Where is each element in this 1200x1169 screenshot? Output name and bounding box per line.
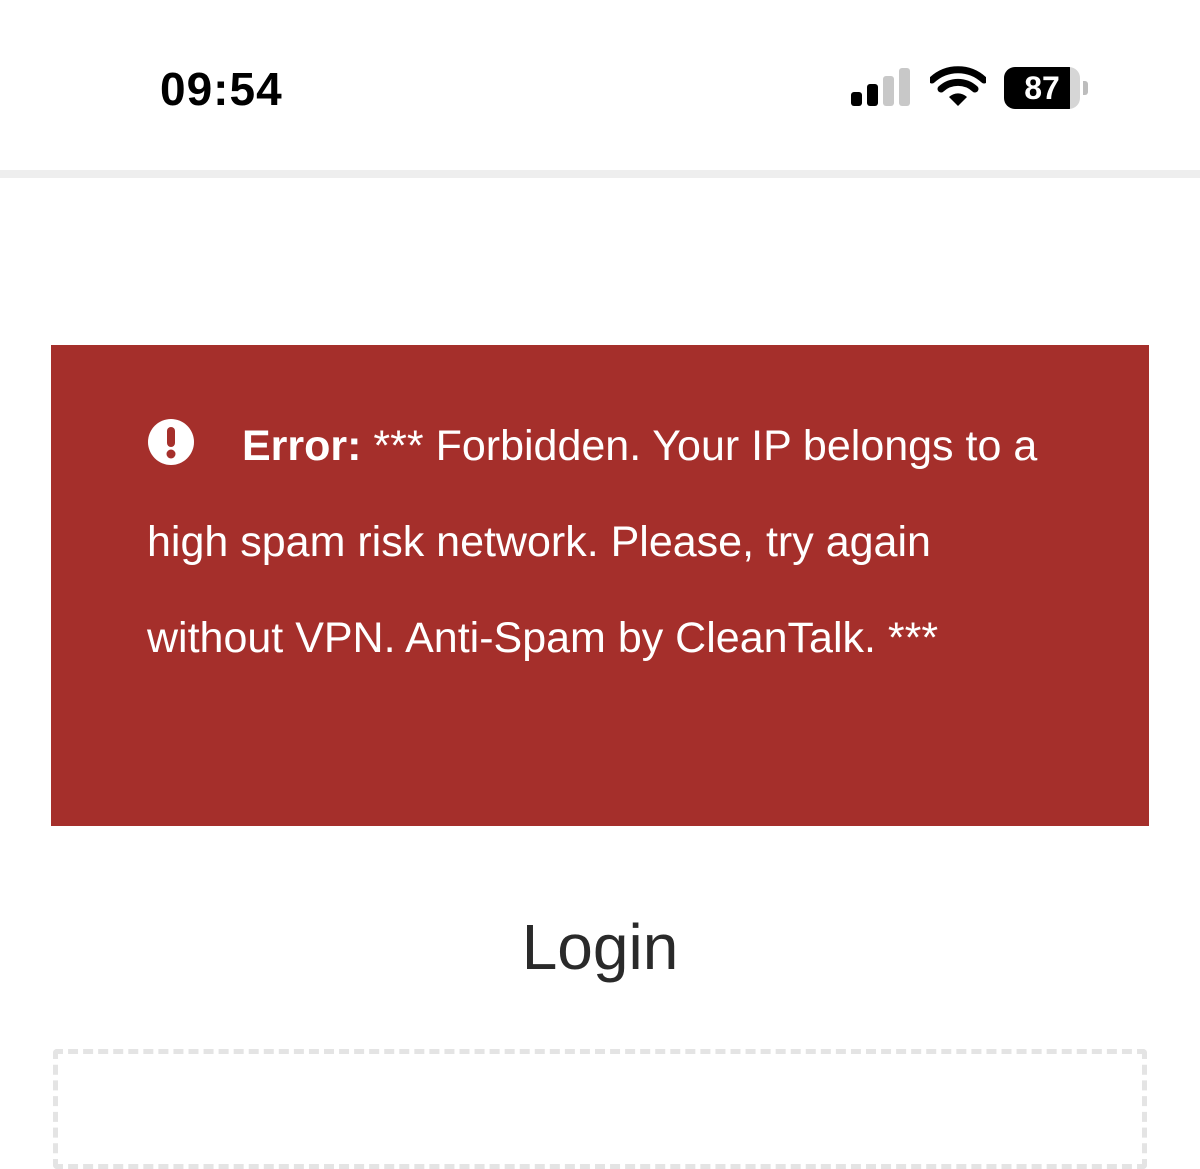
login-title: Login: [521, 911, 679, 983]
status-time: 09:54: [160, 63, 283, 115]
battery-body: 87: [1004, 67, 1080, 109]
signal-bar: [883, 76, 894, 106]
status-bar: 09:54 87: [0, 0, 1200, 170]
cellular-signal-icon: [851, 68, 913, 106]
header-divider: [0, 170, 1200, 178]
wifi-icon: [930, 66, 986, 106]
battery-percent: 87: [1024, 70, 1060, 106]
signal-bar: [867, 84, 878, 106]
battery-icon: 87: [1004, 67, 1088, 109]
login-form: [53, 1049, 1147, 1169]
error-label: Error:: [242, 422, 362, 470]
signal-bar: [851, 92, 862, 106]
battery-tip: [1083, 81, 1088, 95]
signal-bar: [899, 68, 910, 106]
error-message: Error: *** Forbidden. Your IP belongs to…: [147, 398, 1047, 686]
